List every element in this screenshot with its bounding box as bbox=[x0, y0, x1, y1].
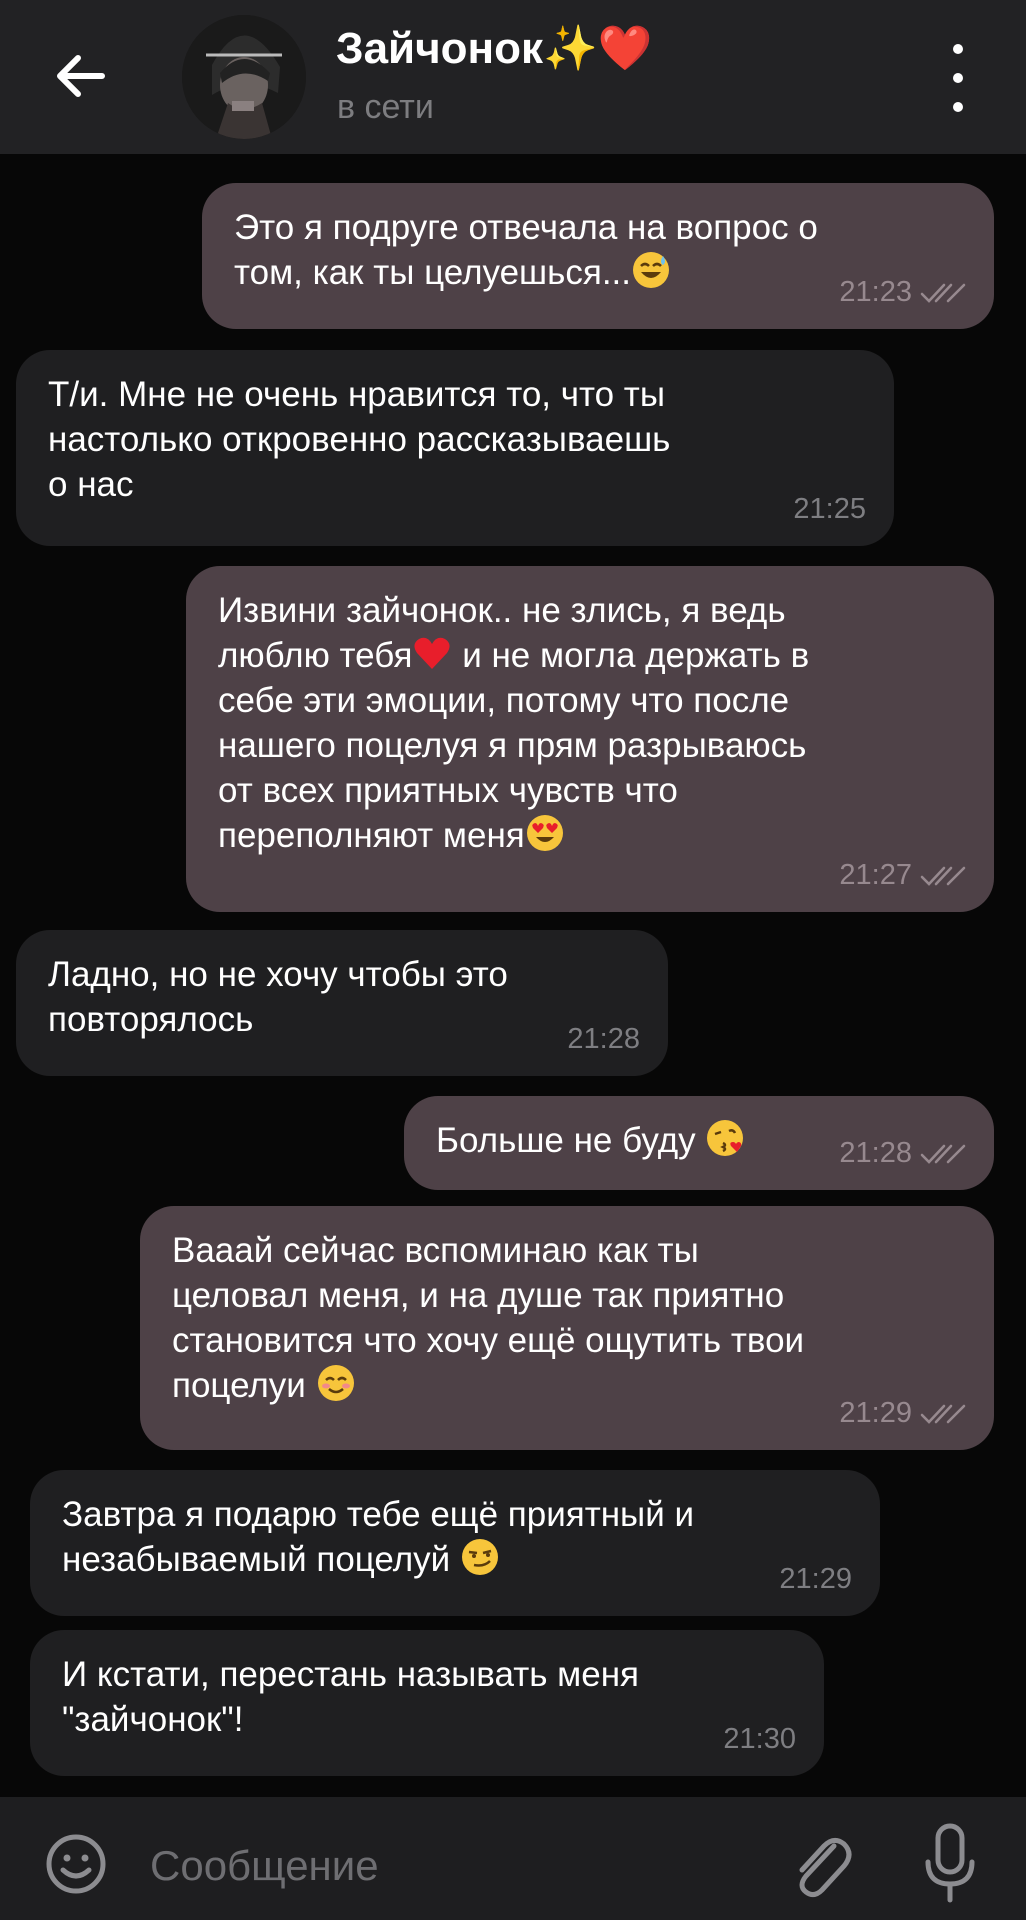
double-check-icon bbox=[920, 1404, 966, 1424]
message-meta: 21:29 bbox=[839, 1391, 966, 1436]
chat-title[interactable]: Зайчонок✨❤️ bbox=[336, 22, 653, 74]
message-time: 21:28 bbox=[567, 1023, 640, 1055]
heart-eyes-emoji bbox=[526, 815, 563, 851]
incoming-message[interactable]: Завтра я подарю тебе ещё приятный и неза… bbox=[30, 1470, 880, 1616]
outgoing-message[interactable]: Вааай сейчас вспоминаю как ты целовал ме… bbox=[140, 1206, 994, 1450]
message-input[interactable] bbox=[150, 1838, 750, 1894]
outgoing-message[interactable]: Это я подруге отвечала на вопрос о том, … bbox=[202, 183, 994, 329]
message-meta: 21:25 bbox=[793, 487, 866, 532]
online-status: в сети bbox=[337, 88, 434, 126]
sweat-smile-emoji bbox=[633, 252, 669, 288]
microphone-icon[interactable] bbox=[922, 1822, 978, 1906]
message-meta: 21:29 bbox=[779, 1557, 852, 1602]
incoming-message[interactable]: Ладно, но не хочу чтобы это повторялось 2… bbox=[16, 930, 668, 1076]
smirk-emoji bbox=[461, 1539, 498, 1575]
double-check-icon bbox=[920, 283, 966, 303]
message-text: И кстати, перестань называть меня "зайчо… bbox=[62, 1655, 639, 1739]
message-text: Завтра я подарю тебе ещё приятный и неза… bbox=[62, 1495, 695, 1579]
outgoing-message[interactable]: Извини зайчонок.. не злись, я ведь люблю… bbox=[186, 566, 994, 912]
paperclip-icon[interactable] bbox=[788, 1828, 854, 1902]
outgoing-message[interactable]: Больше не буду 21:28 bbox=[404, 1096, 994, 1190]
smiley-icon[interactable] bbox=[44, 1832, 108, 1896]
message-text: Вааай сейчас вспоминаю как ты целовал ме… bbox=[172, 1231, 805, 1405]
message-meta: 21:28 bbox=[567, 1017, 640, 1062]
message-meta: 21:23 bbox=[839, 270, 966, 315]
message-time: 21:25 bbox=[793, 493, 866, 525]
message-meta: 21:28 bbox=[839, 1131, 966, 1176]
heart-emoji bbox=[414, 637, 451, 669]
arrow-left-icon bbox=[57, 55, 105, 97]
avatar[interactable] bbox=[182, 15, 306, 139]
message-meta: 21:27 bbox=[839, 853, 966, 898]
message-time: 21:29 bbox=[839, 1397, 912, 1429]
incoming-message[interactable]: И кстати, перестань называть меня "зайчо… bbox=[30, 1630, 824, 1776]
message-time: 21:29 bbox=[779, 1563, 852, 1595]
more-vert-icon bbox=[953, 44, 963, 54]
message-time: 21:23 bbox=[839, 276, 912, 308]
incoming-message[interactable]: Т/и. Мне не очень нравится то, что ты на… bbox=[16, 350, 894, 546]
message-text: Извини зайчонок.. не злись, я ведь люблю… bbox=[218, 591, 810, 855]
double-check-icon bbox=[920, 1144, 966, 1164]
message-text: Т/и. Мне не очень нравится то, что ты на… bbox=[48, 375, 671, 504]
message-time: 21:28 bbox=[839, 1137, 912, 1169]
message-meta: 21:30 bbox=[723, 1717, 796, 1762]
message-time: 21:27 bbox=[839, 859, 912, 891]
blush-smile-emoji bbox=[317, 1365, 354, 1401]
back-button[interactable] bbox=[48, 40, 112, 112]
message-time: 21:30 bbox=[723, 1723, 796, 1755]
more-menu-button[interactable] bbox=[940, 44, 976, 112]
message-text: Ладно, но не хочу чтобы это повторялось bbox=[48, 955, 508, 1039]
chat-header: Зайчонок✨❤️ в сети bbox=[0, 0, 1026, 154]
double-check-icon bbox=[920, 866, 966, 886]
kissing-heart-emoji bbox=[707, 1120, 744, 1156]
